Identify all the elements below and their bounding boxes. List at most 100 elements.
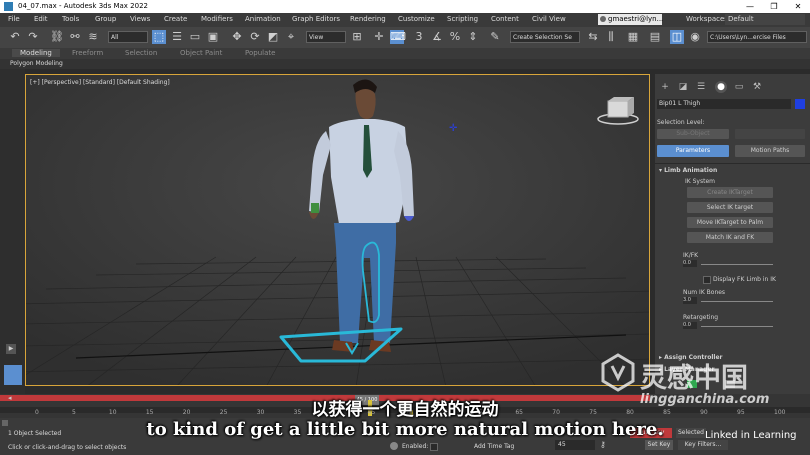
- viewport-layout-strip: ▶: [0, 69, 25, 394]
- menu-rendering[interactable]: Rendering: [350, 15, 386, 23]
- object-color-swatch[interactable]: [795, 99, 805, 109]
- menu-edit[interactable]: Edit: [34, 15, 48, 23]
- menu-create[interactable]: Create: [164, 15, 187, 23]
- display-tab-icon[interactable]: ▭: [733, 81, 745, 93]
- ribbon-tab-modeling[interactable]: Modeling: [12, 49, 60, 57]
- move-icon[interactable]: ✥: [230, 30, 244, 44]
- menu-customize[interactable]: Customize: [398, 15, 435, 23]
- num-ik-bones-slider[interactable]: [701, 301, 773, 302]
- select-object-icon[interactable]: ⬚: [152, 30, 166, 44]
- snaps-toggle-icon[interactable]: 3: [412, 30, 426, 44]
- material-editor-icon[interactable]: ◉: [688, 30, 702, 44]
- ribbon-tab-selection[interactable]: Selection: [125, 49, 157, 57]
- workspaces-label: Workspaces:: [686, 15, 731, 23]
- grid-icon[interactable]: [390, 442, 398, 450]
- object-name-field[interactable]: Bip01 L Thigh: [657, 99, 791, 109]
- ribbon-panel: Polygon Modeling: [0, 59, 810, 69]
- hierarchy-tab-icon[interactable]: ☰: [695, 81, 707, 93]
- pivot-center-icon[interactable]: ⊞: [350, 30, 364, 44]
- viewport-label[interactable]: [+] [Perspective] [Standard] [Default Sh…: [30, 79, 170, 86]
- ribbon-tab-freeform[interactable]: Freeform: [72, 49, 103, 57]
- keyboard-shortcut-override-icon[interactable]: ⌨: [390, 30, 406, 44]
- retargeting-slider[interactable]: [701, 326, 773, 327]
- selection-filter-dropdown[interactable]: All: [108, 31, 148, 43]
- bind-space-warp-icon[interactable]: ≋: [86, 30, 100, 44]
- select-ik-target-button[interactable]: Select IK target: [687, 202, 773, 213]
- limb-animation-rollout[interactable]: ▾ Limb Animation: [659, 167, 717, 174]
- ribbon-tab-object-paint[interactable]: Object Paint: [180, 49, 222, 57]
- angle-snap-icon[interactable]: ∡: [430, 30, 444, 44]
- selection-level-label: Selection Level:: [657, 119, 705, 126]
- app-icon: [4, 2, 13, 11]
- edit-named-selection-icon[interactable]: ✎: [488, 30, 502, 44]
- motion-tab-icon[interactable]: ●: [715, 81, 727, 93]
- align-icon[interactable]: ⫼: [604, 30, 618, 44]
- modify-tab-icon[interactable]: ◪: [677, 81, 689, 93]
- menu-animation[interactable]: Animation: [245, 15, 281, 23]
- reference-coordinate-dropdown[interactable]: View: [306, 31, 346, 43]
- rotate-icon[interactable]: ⟳: [248, 30, 262, 44]
- close-button[interactable]: ✕: [786, 0, 810, 13]
- set-key-button[interactable]: Set Key: [645, 440, 673, 450]
- menu-graph-editors[interactable]: Graph Editors: [292, 15, 340, 23]
- select-by-name-icon[interactable]: ☰: [170, 30, 184, 44]
- scene-explorer-icon[interactable]: ▦: [626, 30, 640, 44]
- project-path-dropdown[interactable]: C:\Users\Lyn...ercise Files: [707, 31, 807, 43]
- display-fk-checkbox[interactable]: [703, 276, 711, 284]
- render-setup-icon[interactable]: ◫: [670, 30, 684, 44]
- sub-object-dropdown[interactable]: [735, 129, 805, 139]
- menu-tools[interactable]: Tools: [62, 15, 79, 23]
- create-iktarget-button[interactable]: Create IKTarget: [687, 187, 773, 198]
- polygon-modeling-label[interactable]: Polygon Modeling: [10, 60, 63, 67]
- menu-civil-view[interactable]: Civil View: [532, 15, 566, 23]
- sub-object-button[interactable]: Sub-Object: [657, 129, 729, 139]
- menu-file[interactable]: File: [8, 15, 20, 23]
- undo-icon[interactable]: ↶: [8, 30, 22, 44]
- key-filters-button[interactable]: Key Filters...: [678, 440, 728, 450]
- user-account[interactable]: gmaestri@lyn...: [598, 14, 664, 25]
- unlink-icon[interactable]: ⚯: [68, 30, 82, 44]
- utilities-tab-icon[interactable]: ⚒: [751, 81, 763, 93]
- menu-scripting[interactable]: Scripting: [447, 15, 478, 23]
- num-ik-bones-spinner[interactable]: 3.0: [683, 297, 697, 304]
- redo-icon[interactable]: ↷: [26, 30, 40, 44]
- menu-modifiers[interactable]: Modifiers: [201, 15, 233, 23]
- scene-canvas[interactable]: ✛: [26, 75, 650, 386]
- ribbon-tab-populate[interactable]: Populate: [245, 49, 275, 57]
- tab-parameters[interactable]: Parameters: [657, 145, 729, 157]
- scale-icon[interactable]: ◩: [266, 30, 280, 44]
- workspace-dropdown[interactable]: Default: [725, 14, 805, 25]
- create-tab-icon[interactable]: +: [659, 81, 671, 93]
- tab-motion-paths[interactable]: Motion Paths: [735, 145, 805, 157]
- menu-views[interactable]: Views: [130, 15, 150, 23]
- move-iktarget-to-palm-button[interactable]: Move IKTarget to Palm: [687, 217, 773, 228]
- add-time-tag[interactable]: Add Time Tag: [474, 443, 514, 450]
- percent-snap-icon[interactable]: %: [448, 30, 462, 44]
- minimize-button[interactable]: —: [738, 0, 762, 13]
- layer-explorer-icon[interactable]: ▤: [648, 30, 662, 44]
- enabled-checkbox[interactable]: [430, 443, 438, 451]
- menu-bar: File Edit Tools Group Views Create Modif…: [0, 13, 810, 27]
- menu-content[interactable]: Content: [491, 15, 519, 23]
- match-ik-fk-button[interactable]: Match IK and FK: [687, 232, 773, 243]
- perspective-viewport[interactable]: ✛ [+] [Perspective] [Standard] [Default …: [25, 74, 650, 386]
- mirror-icon[interactable]: ⇆: [586, 30, 600, 44]
- window-crossing-icon[interactable]: ▣: [206, 30, 220, 44]
- ik-system-label: IK System: [685, 178, 715, 185]
- named-selection-dropdown[interactable]: Create Selection Se: [510, 31, 580, 43]
- current-frame-field[interactable]: 45: [555, 440, 595, 450]
- ikfk-spinner[interactable]: 0.0: [683, 260, 697, 267]
- maximize-button[interactable]: ❐: [762, 0, 786, 13]
- link-icon[interactable]: ⛓: [50, 30, 64, 44]
- ikfk-slider[interactable]: [701, 264, 773, 265]
- menu-group[interactable]: Group: [95, 15, 116, 23]
- spinner-snap-icon[interactable]: ⇕: [466, 30, 480, 44]
- retargeting-spinner[interactable]: 0.0: [683, 322, 697, 329]
- key-icon[interactable]: ⚷: [600, 440, 610, 450]
- select-manipulate-icon[interactable]: ✛: [372, 30, 386, 44]
- user-name: gmaestri@lyn...: [608, 15, 664, 23]
- expand-arrow-icon[interactable]: ▶: [6, 344, 16, 354]
- viewport-layout-icon[interactable]: [4, 365, 22, 385]
- rectangular-selection-icon[interactable]: ▭: [188, 30, 202, 44]
- placement-icon[interactable]: ⌖: [284, 30, 298, 44]
